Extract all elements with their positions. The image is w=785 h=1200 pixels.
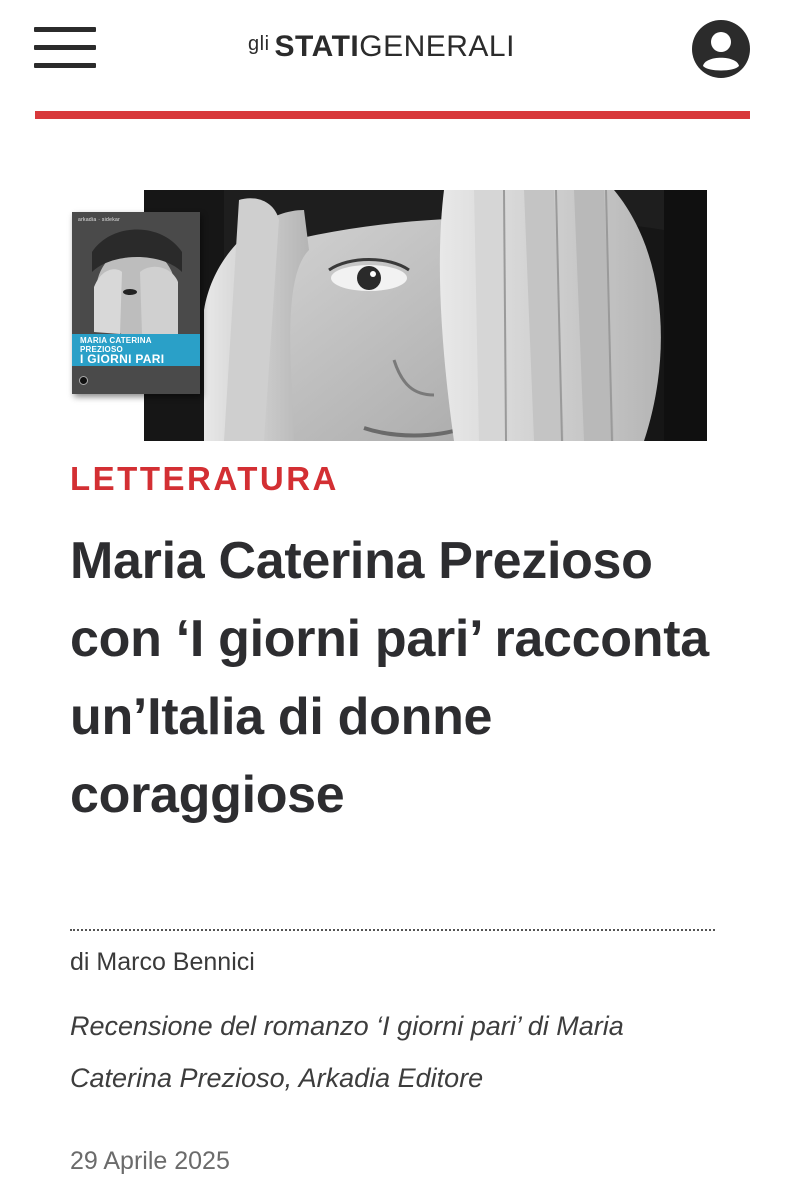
- article-author[interactable]: di Marco Bennici: [70, 948, 255, 977]
- logo-bold: STATI: [274, 30, 360, 63]
- menu-bar: [34, 27, 96, 32]
- menu-bar: [34, 63, 96, 68]
- book-cover: arkadia · sidekar MARIA CATERINA PREZIOS…: [72, 212, 200, 394]
- menu-bar: [34, 45, 96, 50]
- article-date: 29 Aprile 2025: [70, 1147, 230, 1175]
- user-account-icon[interactable]: [692, 20, 750, 78]
- hero-photo: [144, 190, 707, 441]
- book-title: I GIORNI PARI: [80, 352, 165, 366]
- book-publisher: arkadia · sidekar: [78, 217, 121, 223]
- site-header: gli STATIGENERALI: [0, 0, 785, 112]
- site-logo[interactable]: gli STATIGENERALI: [248, 30, 515, 70]
- dotted-divider: [70, 929, 715, 931]
- article-subtitle: Recensione del romanzo ‘I giorni pari’ d…: [70, 1011, 624, 1093]
- article-title: Maria Caterina Prezioso con ‘I giorni pa…: [70, 532, 709, 824]
- hero-image[interactable]: arkadia · sidekar MARIA CATERINA PREZIOS…: [72, 190, 707, 441]
- logo-regular: GENERALI: [359, 30, 515, 63]
- hamburger-menu-icon[interactable]: [34, 27, 96, 69]
- logo-prefix: gli: [248, 33, 270, 55]
- header-divider: [35, 111, 750, 119]
- category-link[interactable]: LETTERATURA: [70, 460, 339, 498]
- publisher-logo-icon: [79, 376, 88, 385]
